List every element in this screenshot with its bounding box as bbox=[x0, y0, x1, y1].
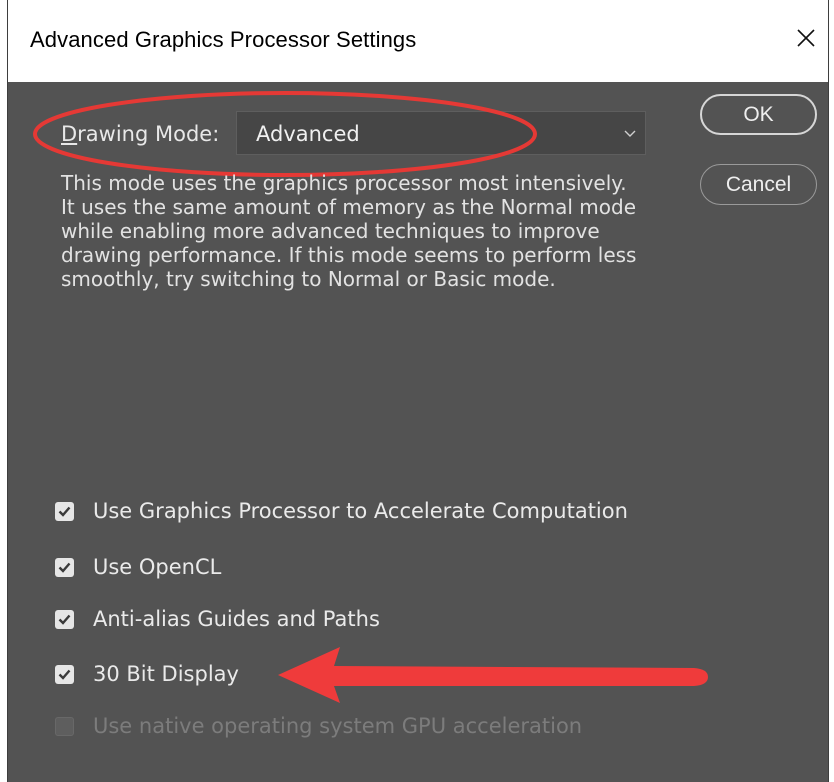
checkbox-disabled bbox=[55, 716, 74, 736]
drawing-mode-label-accelerator: D bbox=[61, 122, 78, 146]
drawing-mode-value: Advanced bbox=[256, 122, 360, 146]
checkbox-checked[interactable] bbox=[55, 609, 74, 629]
checkbox-checked[interactable] bbox=[55, 501, 74, 521]
chevron-down-icon bbox=[624, 130, 636, 137]
option-label: Use native operating system GPU accelera… bbox=[93, 714, 583, 738]
checkmark-icon bbox=[58, 506, 71, 517]
checkbox-checked[interactable] bbox=[55, 557, 74, 577]
checkbox-checked[interactable] bbox=[55, 664, 74, 684]
close-icon bbox=[797, 29, 815, 47]
option-30-bit-display[interactable]: 30 Bit Display bbox=[55, 659, 239, 689]
drawing-mode-description: This mode uses the graphics processor mo… bbox=[61, 171, 637, 291]
graphics-settings-dialog: Advanced Graphics Processor Settings Dra… bbox=[7, 0, 829, 782]
drawing-mode-label-text: rawing Mode: bbox=[77, 122, 220, 146]
dialog-title: Advanced Graphics Processor Settings bbox=[30, 27, 417, 52]
option-label: Anti-alias Guides and Paths bbox=[93, 607, 380, 631]
option-native-gpu-acceleration: Use native operating system GPU accelera… bbox=[55, 711, 582, 741]
option-label: Use Graphics Processor to Accelerate Com… bbox=[93, 499, 628, 523]
option-use-opencl[interactable]: Use OpenCL bbox=[55, 552, 221, 582]
option-anti-alias[interactable]: Anti-alias Guides and Paths bbox=[55, 604, 380, 634]
title-bar: Advanced Graphics Processor Settings bbox=[8, 0, 828, 82]
option-label: Use OpenCL bbox=[93, 555, 222, 579]
option-label: 30 Bit Display bbox=[93, 662, 239, 686]
arrow-annotation bbox=[278, 647, 708, 703]
cancel-button[interactable]: Cancel bbox=[700, 164, 817, 205]
checkmark-icon bbox=[58, 614, 71, 625]
option-accelerate-computation[interactable]: Use Graphics Processor to Accelerate Com… bbox=[55, 496, 628, 526]
drawing-mode-label: Drawing Mode: bbox=[61, 122, 219, 146]
checkmark-icon bbox=[58, 669, 71, 680]
checkmark-icon bbox=[58, 562, 71, 573]
close-button[interactable] bbox=[784, 8, 828, 68]
drawing-mode-select[interactable]: Advanced bbox=[236, 111, 646, 155]
ok-button[interactable]: OK bbox=[700, 94, 817, 135]
